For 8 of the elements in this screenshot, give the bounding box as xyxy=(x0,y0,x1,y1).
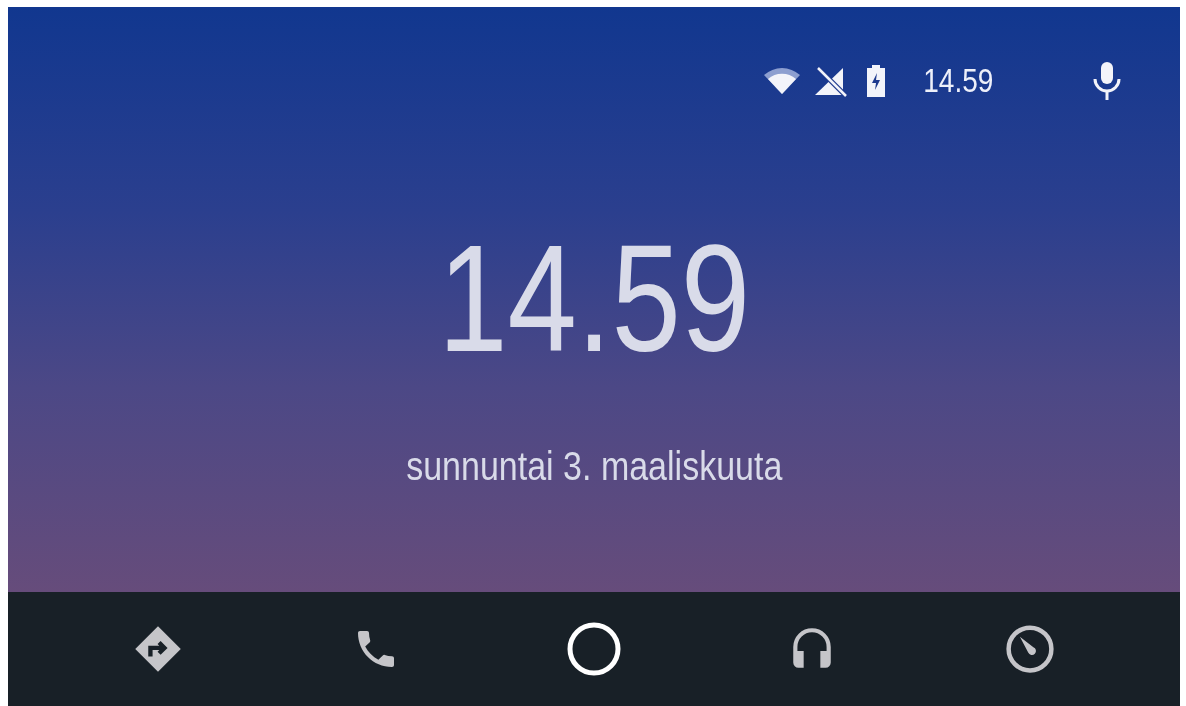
gauge-icon xyxy=(1003,622,1057,676)
wifi-icon xyxy=(763,67,802,95)
status-time: 14.59 xyxy=(923,62,994,100)
clock-time: 14.59 xyxy=(438,222,750,374)
home-circle-icon xyxy=(566,621,622,677)
microphone-icon[interactable] xyxy=(1092,61,1122,101)
clock-date: sunnuntai 3. maaliskuuta xyxy=(405,444,783,489)
battery-charging-icon xyxy=(865,65,888,97)
